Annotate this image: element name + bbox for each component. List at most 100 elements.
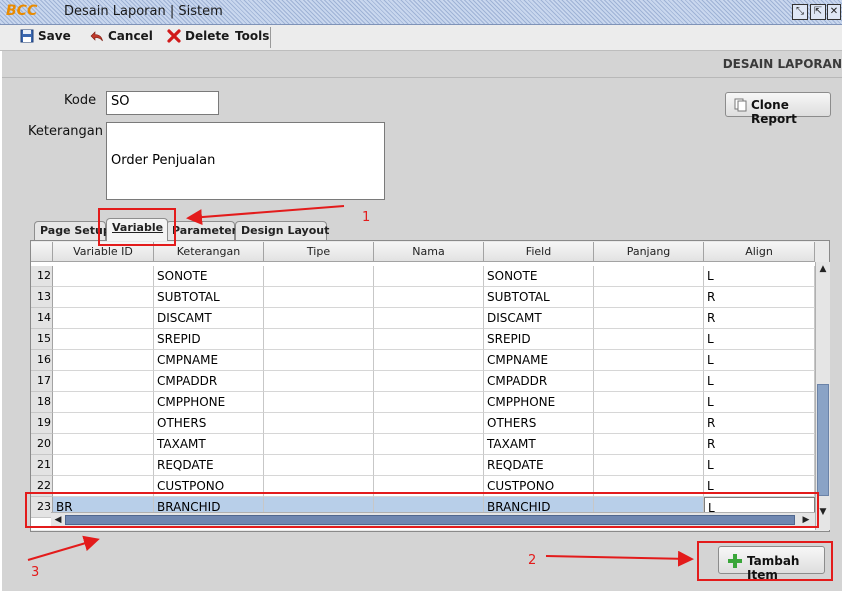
cell-variable-id[interactable] xyxy=(53,455,154,476)
cell-variable-id[interactable] xyxy=(53,287,154,308)
cell-align[interactable]: L xyxy=(704,266,815,287)
cell-field[interactable]: TAXAMT xyxy=(484,434,594,455)
table-row[interactable]: 17 CMPADDR CMPADDR L xyxy=(31,371,815,392)
cancel-button[interactable]: Cancel xyxy=(90,29,153,47)
keterangan-textarea[interactable]: Order Penjualan xyxy=(106,122,385,200)
column-header[interactable]: Align xyxy=(704,242,815,262)
close-icon[interactable]: ✕ xyxy=(827,4,841,20)
cell-tipe[interactable] xyxy=(264,392,374,413)
cell-field[interactable]: DISCAMT xyxy=(484,308,594,329)
tools-menu-button[interactable]: Tools xyxy=(235,29,269,47)
table-row[interactable]: 21 REQDATE REQDATE L xyxy=(31,455,815,476)
cell-field[interactable]: SREPID xyxy=(484,329,594,350)
cell-tipe[interactable] xyxy=(264,308,374,329)
cell-panjang[interactable] xyxy=(594,434,704,455)
cell-keterangan[interactable]: DISCAMT xyxy=(154,308,264,329)
cell-align[interactable]: R xyxy=(704,413,815,434)
cell-field[interactable]: CMPNAME xyxy=(484,350,594,371)
cell-keterangan[interactable]: OTHERS xyxy=(154,413,264,434)
cell-panjang[interactable] xyxy=(594,392,704,413)
tab-page-setup[interactable]: Page Setup xyxy=(34,221,111,241)
tab-parameter[interactable]: Parameter xyxy=(166,221,237,241)
cell-keterangan[interactable]: TAXAMT xyxy=(154,434,264,455)
delete-button[interactable]: Delete xyxy=(167,29,229,47)
cell-tipe[interactable] xyxy=(264,434,374,455)
cell-keterangan[interactable]: SREPID xyxy=(154,329,264,350)
clone-report-button[interactable]: Clone Report xyxy=(725,92,831,126)
save-button[interactable]: Save xyxy=(20,29,71,47)
table-row[interactable]: 18 CMPPHONE CMPPHONE L xyxy=(31,392,815,413)
cell-nama[interactable] xyxy=(374,308,484,329)
cell-nama[interactable] xyxy=(374,434,484,455)
cell-nama[interactable] xyxy=(374,329,484,350)
cell-field[interactable]: SONOTE xyxy=(484,266,594,287)
cell-panjang[interactable] xyxy=(594,455,704,476)
cell-align[interactable]: L xyxy=(704,455,815,476)
cell-field[interactable]: OTHERS xyxy=(484,413,594,434)
table-row[interactable]: 13 SUBTOTAL SUBTOTAL R xyxy=(31,287,815,308)
cell-panjang[interactable] xyxy=(594,371,704,392)
cell-keterangan[interactable]: REQDATE xyxy=(154,455,264,476)
cell-panjang[interactable] xyxy=(594,350,704,371)
column-header[interactable]: Panjang xyxy=(594,242,704,262)
cell-variable-id[interactable] xyxy=(53,392,154,413)
cell-nama[interactable] xyxy=(374,350,484,371)
restore-icon[interactable]: ⤡ xyxy=(792,4,808,20)
cell-field[interactable]: SUBTOTAL xyxy=(484,287,594,308)
cell-variable-id[interactable] xyxy=(53,371,154,392)
table-row[interactable]: 12 SONOTE SONOTE L xyxy=(31,266,815,287)
cell-variable-id[interactable] xyxy=(53,308,154,329)
cell-field[interactable]: CMPPHONE xyxy=(484,392,594,413)
cell-variable-id[interactable] xyxy=(53,434,154,455)
cell-keterangan[interactable]: CMPADDR xyxy=(154,371,264,392)
column-header[interactable]: Nama xyxy=(374,242,484,262)
cell-tipe[interactable] xyxy=(264,350,374,371)
column-header[interactable]: Field xyxy=(484,242,594,262)
cell-nama[interactable] xyxy=(374,413,484,434)
cell-tipe[interactable] xyxy=(264,371,374,392)
cell-align[interactable]: L xyxy=(704,371,815,392)
maximize-icon[interactable]: ⇱ xyxy=(810,4,826,20)
cell-panjang[interactable] xyxy=(594,308,704,329)
cell-nama[interactable] xyxy=(374,287,484,308)
cell-variable-id[interactable] xyxy=(53,413,154,434)
cell-nama[interactable] xyxy=(374,455,484,476)
table-row[interactable]: 20 TAXAMT TAXAMT R xyxy=(31,434,815,455)
cell-nama[interactable] xyxy=(374,371,484,392)
cell-panjang[interactable] xyxy=(594,266,704,287)
cell-tipe[interactable] xyxy=(264,266,374,287)
table-row[interactable]: 16 CMPNAME CMPNAME L xyxy=(31,350,815,371)
cell-keterangan[interactable]: CMPPHONE xyxy=(154,392,264,413)
cell-align[interactable]: L xyxy=(704,392,815,413)
cell-variable-id[interactable] xyxy=(53,329,154,350)
table-row[interactable]: 14 DISCAMT DISCAMT R xyxy=(31,308,815,329)
cell-panjang[interactable] xyxy=(594,287,704,308)
tab-design-layout[interactable]: Design Layout xyxy=(235,221,329,241)
cell-align[interactable]: R xyxy=(704,287,815,308)
cell-variable-id[interactable] xyxy=(53,350,154,371)
scroll-up-icon[interactable]: ▲ xyxy=(816,262,830,276)
cell-keterangan[interactable]: SUBTOTAL xyxy=(154,287,264,308)
cell-variable-id[interactable] xyxy=(53,266,154,287)
cell-field[interactable]: REQDATE xyxy=(484,455,594,476)
cell-tipe[interactable] xyxy=(264,413,374,434)
cell-keterangan[interactable]: CMPNAME xyxy=(154,350,264,371)
cell-nama[interactable] xyxy=(374,266,484,287)
vertical-scroll-thumb[interactable] xyxy=(817,384,829,496)
column-header[interactable]: Tipe xyxy=(264,242,374,262)
cell-field[interactable]: CMPADDR xyxy=(484,371,594,392)
vertical-scrollbar[interactable]: ▲ ▼ xyxy=(815,262,830,530)
cell-align[interactable]: R xyxy=(704,434,815,455)
cell-tipe[interactable] xyxy=(264,287,374,308)
kode-input[interactable]: SO xyxy=(106,91,219,115)
cell-tipe[interactable] xyxy=(264,455,374,476)
table-row[interactable]: 19 OTHERS OTHERS R xyxy=(31,413,815,434)
table-row[interactable]: 15 SREPID SREPID L xyxy=(31,329,815,350)
cell-align[interactable]: R xyxy=(704,308,815,329)
cell-panjang[interactable] xyxy=(594,413,704,434)
cell-nama[interactable] xyxy=(374,392,484,413)
cell-tipe[interactable] xyxy=(264,329,374,350)
cell-align[interactable]: L xyxy=(704,329,815,350)
cell-keterangan[interactable]: SONOTE xyxy=(154,266,264,287)
cell-panjang[interactable] xyxy=(594,329,704,350)
